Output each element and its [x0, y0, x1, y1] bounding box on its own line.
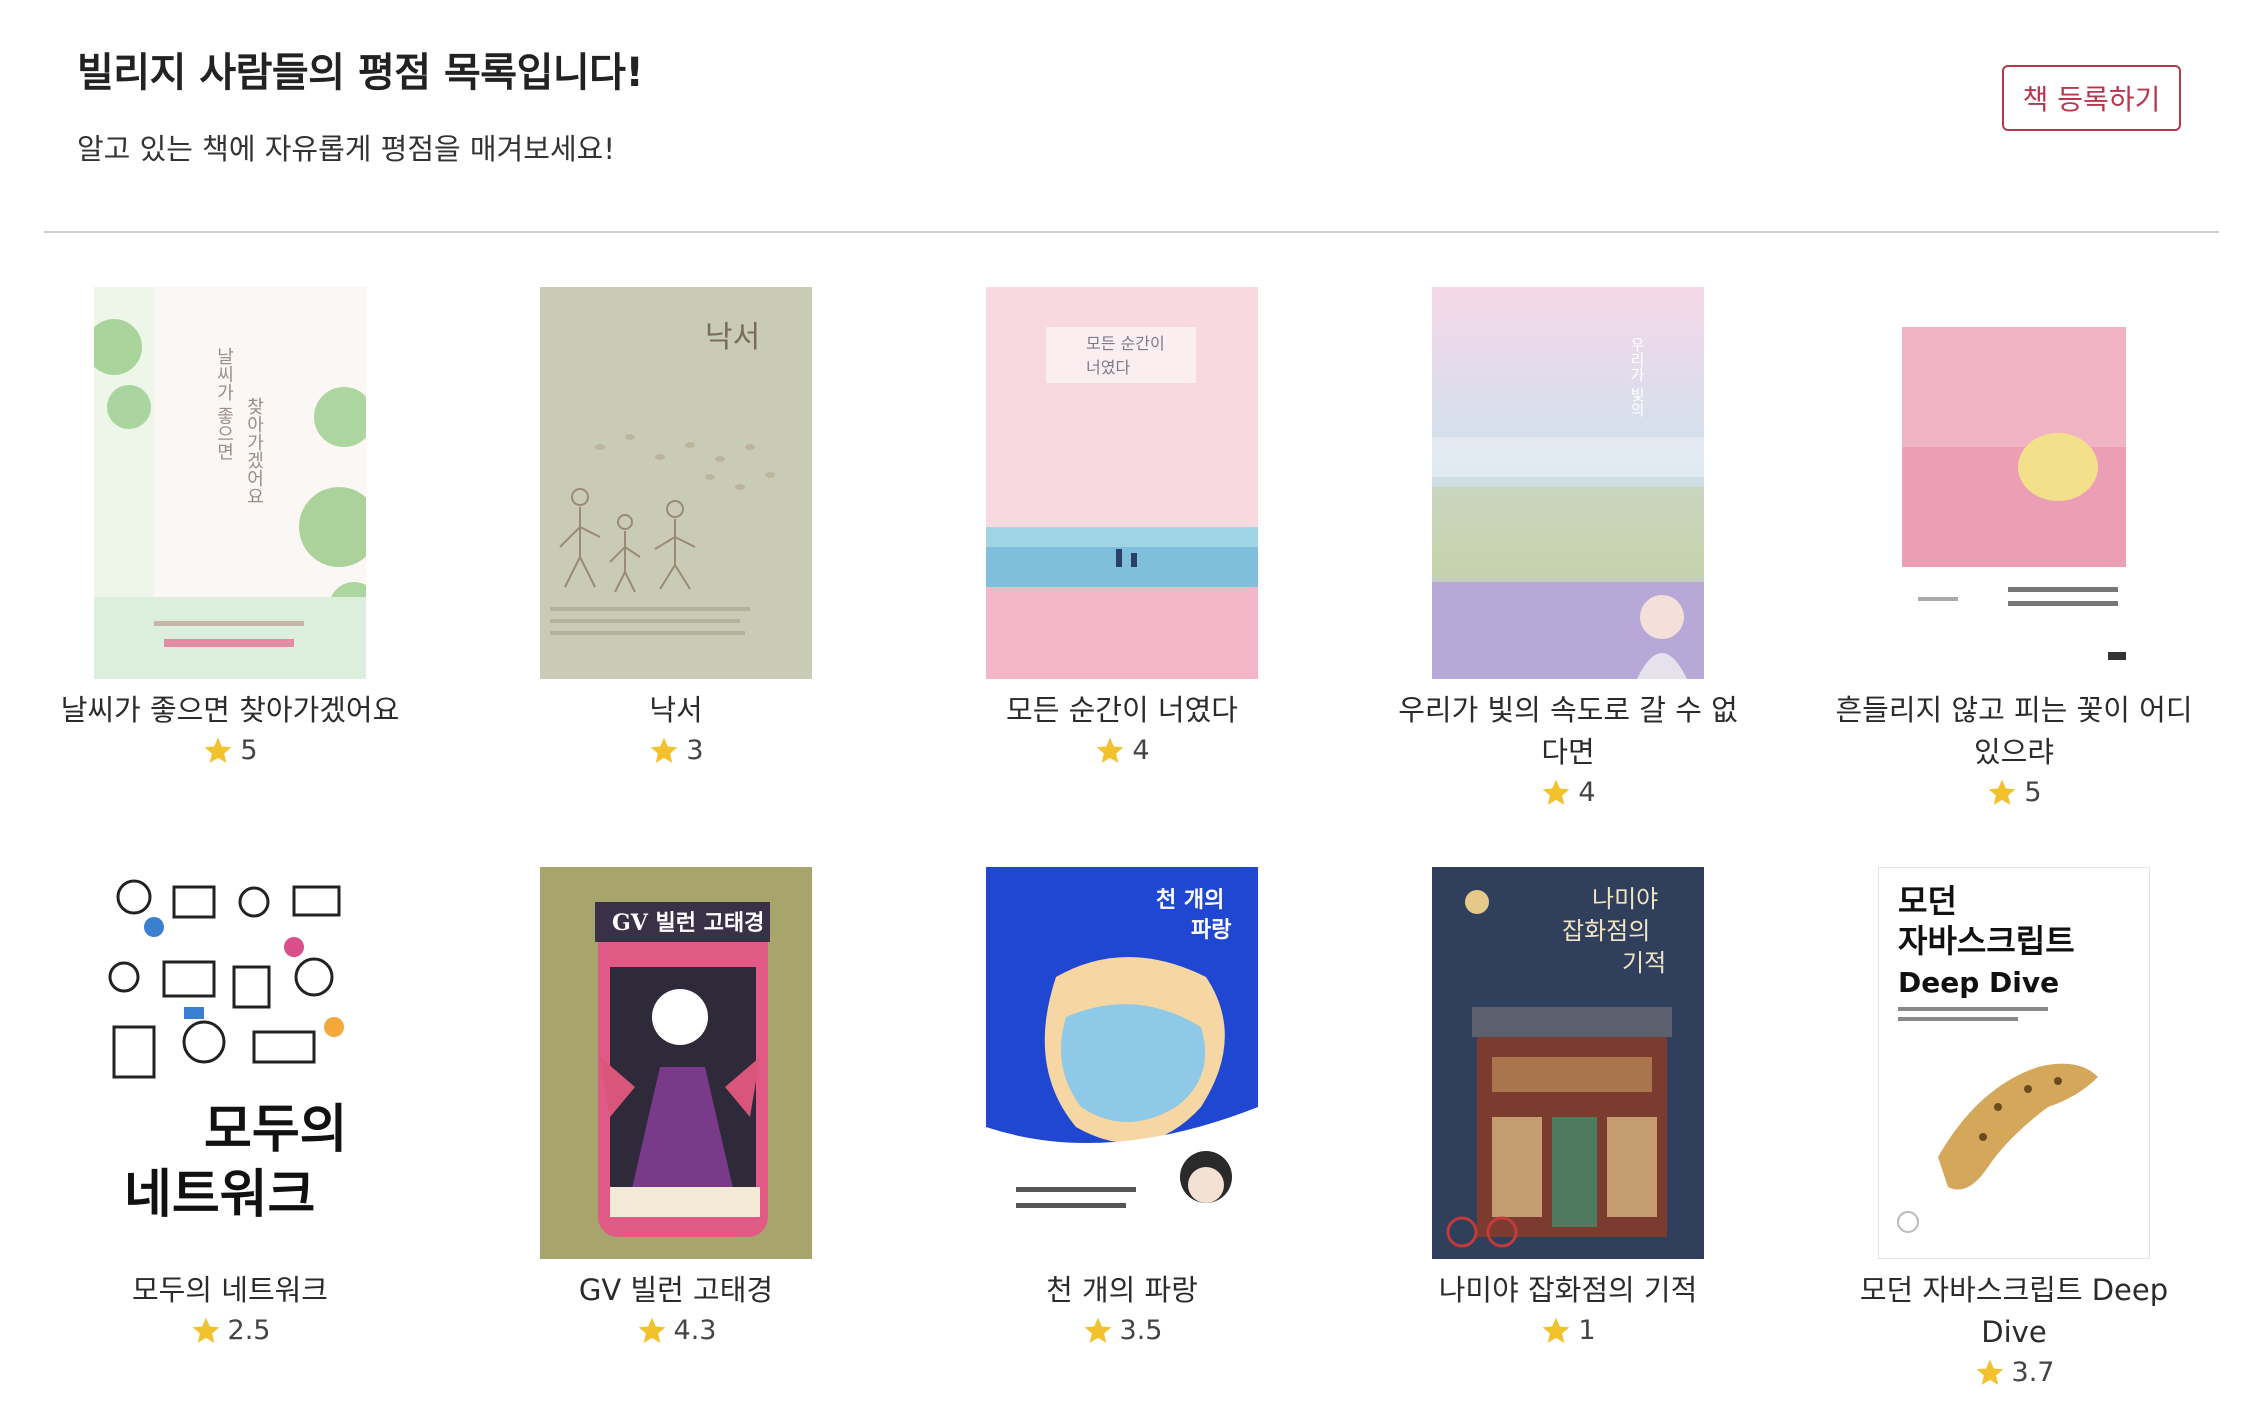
book-card[interactable]: 모던 자바스크립트 Deep Dive 모던 자바스크립트 Deep Dive …	[1834, 867, 2194, 1393]
book-title: 날씨가 좋으면 찾아가겠어요	[60, 693, 400, 727]
svg-text:천 개의: 천 개의	[1156, 887, 1224, 913]
rating-value: 4	[1578, 777, 1596, 808]
book-rating: 1	[1388, 1311, 1748, 1351]
rating-value: 1	[1578, 1315, 1596, 1346]
rating-value: 3	[686, 735, 704, 766]
star-icon	[205, 737, 232, 763]
svg-text:Deep Dive: Deep Dive	[1898, 966, 2059, 999]
book-card[interactable]: 흔들리지 않고 피는 꽃이 어디 있으랴 5	[1834, 287, 2194, 813]
star-icon	[1543, 779, 1570, 805]
rating-value: 3.7	[2011, 1357, 2055, 1388]
book-title: 낙서	[649, 693, 703, 727]
svg-text:모두의: 모두의	[204, 1100, 348, 1160]
star-icon	[1976, 1359, 2003, 1385]
page-subtitle: 알고 있는 책에 자유롭게 평점을 매겨보세요!	[77, 132, 615, 166]
book-cover[interactable]: GV 빌런 고태경	[540, 867, 812, 1259]
book-cover[interactable]: 우리가 빛의	[1432, 287, 1704, 679]
book-card[interactable]: 천 개의 파랑 천 개의 파랑 3.5	[942, 867, 1302, 1351]
book-rating: 4.3	[496, 1311, 856, 1351]
book-card[interactable]: 우리가 빛의 우리가 빛의 속도로 갈 수 없다면 4	[1388, 287, 1748, 813]
svg-text:낙서: 낙서	[705, 320, 760, 355]
register-book-button[interactable]: 책 등록하기	[2002, 65, 2181, 131]
rating-value: 2.5	[227, 1315, 271, 1346]
star-icon	[1084, 1317, 1111, 1343]
book-cover[interactable]: 나미야 잡화점의 기적	[1432, 867, 1704, 1259]
divider	[44, 231, 2219, 233]
book-rating: 3.5	[942, 1311, 1302, 1351]
svg-text:자바스크립트: 자바스크립트	[1898, 922, 2075, 960]
book-cover[interactable]	[1878, 287, 2150, 679]
book-card[interactable]: 모든 순간이 너였다 모든 순간이 너였다 4	[942, 287, 1302, 771]
book-title: 흔들리지 않고 피는 꽃이 어디 있으랴	[1835, 693, 2193, 769]
svg-text:네트워크: 네트워크	[124, 1165, 315, 1225]
book-title: 우리가 빛의 속도로 갈 수 없다면	[1398, 693, 1738, 769]
svg-text:파랑: 파랑	[1191, 917, 1231, 943]
book-rating: 4	[942, 731, 1302, 771]
book-rating: 3.7	[1834, 1353, 2194, 1393]
star-icon	[1097, 737, 1124, 763]
book-title: 모던 자바스크립트 Deep Dive	[1859, 1273, 2169, 1349]
svg-text:나미야: 나미야	[1592, 885, 1658, 913]
book-rating: 4	[1388, 773, 1748, 813]
rating-value: 3.5	[1119, 1315, 1163, 1346]
book-cover[interactable]: 모던 자바스크립트 Deep Dive	[1878, 867, 2150, 1259]
book-cover[interactable]: 모든 순간이 너였다	[986, 287, 1258, 679]
svg-text:모든 순간이: 모든 순간이	[1086, 334, 1165, 353]
svg-text:GV 빌런 고태경: GV 빌런 고태경	[612, 910, 764, 936]
book-title: 천 개의 파랑	[1046, 1273, 1198, 1307]
rating-value: 5	[2024, 777, 2042, 808]
book-cover[interactable]: 날씨가 좋으면 찾아가겠어요	[94, 287, 366, 679]
book-rating: 2.5	[50, 1311, 410, 1351]
book-title: 나미야 잡화점의 기적	[1438, 1273, 1698, 1307]
star-icon	[1543, 1317, 1570, 1343]
rating-value: 4.3	[673, 1315, 717, 1346]
svg-text:날씨가 좋으면: 날씨가 좋으면	[214, 347, 235, 461]
book-rating: 3	[496, 731, 856, 771]
svg-text:찾아가겠어요: 찾아가겠어요	[244, 397, 265, 505]
svg-text:잡화점의: 잡화점의	[1562, 917, 1650, 945]
book-title: 모든 순간이 너였다	[1006, 693, 1238, 727]
rating-value: 4	[1132, 735, 1150, 766]
book-rating: 5	[1834, 773, 2194, 813]
svg-text:우리가 빛의: 우리가 빛의	[1628, 337, 1646, 417]
book-title: 모두의 네트워크	[132, 1273, 328, 1307]
rating-value: 5	[240, 735, 258, 766]
book-card[interactable]: 나미야 잡화점의 기적 나미야 잡화점의 기적 1	[1388, 867, 1748, 1351]
book-card[interactable]: 낙서 낙서 3	[496, 287, 856, 771]
star-icon	[192, 1317, 219, 1343]
star-icon	[638, 1317, 665, 1343]
page-title: 빌리지 사람들의 평점 목록입니다!	[77, 50, 644, 96]
book-card[interactable]: 모두의 네트워크 모두의 네트워크 2.5	[50, 867, 410, 1351]
book-rating: 5	[50, 731, 410, 771]
book-cover[interactable]: 천 개의 파랑	[986, 867, 1258, 1259]
svg-text:기적: 기적	[1622, 949, 1666, 977]
book-title: GV 빌런 고태경	[578, 1273, 774, 1307]
page-header: 빌리지 사람들의 평점 목록입니다! 알고 있는 책에 자유롭게 평점을 매겨보…	[0, 0, 2262, 232]
book-cover[interactable]: 모두의 네트워크	[94, 867, 366, 1259]
star-icon	[651, 737, 678, 763]
svg-text:모던: 모던	[1898, 882, 1957, 920]
svg-text:너였다: 너였다	[1086, 358, 1130, 377]
book-card[interactable]: GV 빌런 고태경 GV 빌런 고태경 4.3	[496, 867, 856, 1351]
book-cover[interactable]: 낙서	[540, 287, 812, 679]
book-card[interactable]: 날씨가 좋으면 찾아가겠어요 날씨가 좋으면 찾아가겠어요 5	[50, 287, 410, 771]
star-icon	[1989, 779, 2016, 805]
